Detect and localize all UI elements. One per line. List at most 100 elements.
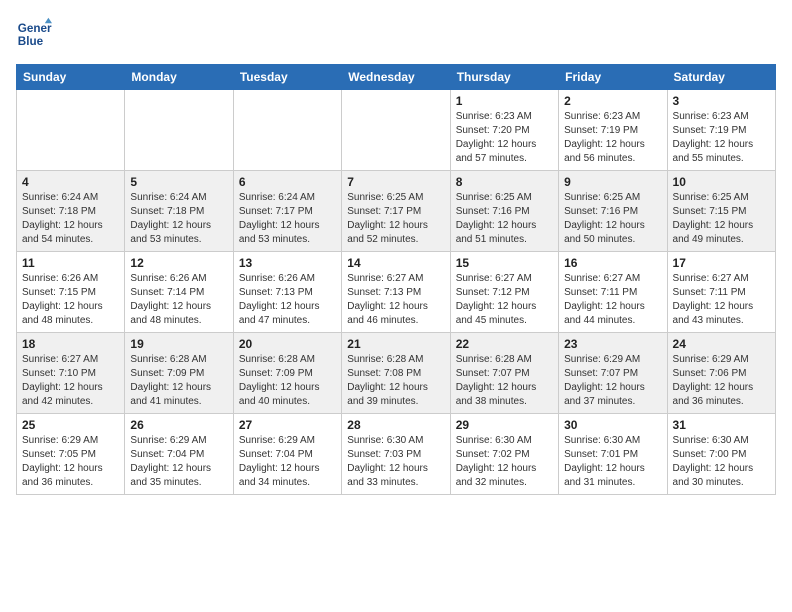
day-info: Sunrise: 6:23 AM Sunset: 7:20 PM Dayligh… bbox=[456, 110, 553, 166]
calendar-week-row: 25 Sunrise: 6:29 AM Sunset: 7:05 PM Dayli… bbox=[17, 414, 776, 495]
day-info: Sunrise: 6:23 AM Sunset: 7:19 PM Dayligh… bbox=[564, 110, 661, 166]
weekday-header: Wednesday bbox=[342, 65, 450, 90]
calendar-cell bbox=[125, 90, 233, 171]
calendar-cell: 25 Sunrise: 6:29 AM Sunset: 7:05 PM Dayli… bbox=[17, 414, 125, 495]
day-number: 14 bbox=[347, 256, 444, 270]
day-number: 1 bbox=[456, 94, 553, 108]
day-info: Sunrise: 6:28 AM Sunset: 7:09 PM Dayligh… bbox=[239, 353, 336, 409]
calendar-cell: 20 Sunrise: 6:28 AM Sunset: 7:09 PM Dayli… bbox=[233, 333, 341, 414]
day-number: 26 bbox=[130, 418, 227, 432]
day-number: 20 bbox=[239, 337, 336, 351]
calendar-cell: 21 Sunrise: 6:28 AM Sunset: 7:08 PM Dayli… bbox=[342, 333, 450, 414]
day-number: 21 bbox=[347, 337, 444, 351]
day-info: Sunrise: 6:27 AM Sunset: 7:11 PM Dayligh… bbox=[564, 272, 661, 328]
day-number: 31 bbox=[673, 418, 770, 432]
calendar-cell: 5 Sunrise: 6:24 AM Sunset: 7:18 PM Daylig… bbox=[125, 171, 233, 252]
day-info: Sunrise: 6:28 AM Sunset: 7:09 PM Dayligh… bbox=[130, 353, 227, 409]
day-info: Sunrise: 6:30 AM Sunset: 7:01 PM Dayligh… bbox=[564, 434, 661, 490]
calendar-cell: 8Sunrise: 6:25 AM Sunset: 7:16 PM Daylig… bbox=[450, 171, 558, 252]
day-number: 15 bbox=[456, 256, 553, 270]
day-number: 29 bbox=[456, 418, 553, 432]
day-info: Sunrise: 6:27 AM Sunset: 7:10 PM Dayligh… bbox=[22, 353, 119, 409]
day-info: Sunrise: 6:24 AM Sunset: 7:18 PM Dayligh… bbox=[22, 191, 119, 247]
calendar-cell: 9Sunrise: 6:25 AM Sunset: 7:16 PM Daylig… bbox=[559, 171, 667, 252]
calendar-table: SundayMondayTuesdayWednesdayThursdayFrid… bbox=[16, 64, 776, 495]
day-number: 4 bbox=[22, 175, 119, 189]
calendar-cell: 26 Sunrise: 6:29 AM Sunset: 7:04 PM Dayli… bbox=[125, 414, 233, 495]
calendar-cell: 22 Sunrise: 6:28 AM Sunset: 7:07 PM Dayli… bbox=[450, 333, 558, 414]
calendar-cell: 29 Sunrise: 6:30 AM Sunset: 7:02 PM Dayli… bbox=[450, 414, 558, 495]
day-info: Sunrise: 6:30 AM Sunset: 7:02 PM Dayligh… bbox=[456, 434, 553, 490]
svg-text:General: General bbox=[18, 22, 52, 35]
day-info: Sunrise: 6:30 AM Sunset: 7:00 PM Dayligh… bbox=[673, 434, 770, 490]
day-number: 27 bbox=[239, 418, 336, 432]
day-number: 2 bbox=[564, 94, 661, 108]
weekday-header: Sunday bbox=[17, 65, 125, 90]
day-number: 3 bbox=[673, 94, 770, 108]
calendar-cell: 17 Sunrise: 6:27 AM Sunset: 7:11 PM Dayli… bbox=[667, 252, 775, 333]
calendar-cell: 27 Sunrise: 6:29 AM Sunset: 7:04 PM Dayli… bbox=[233, 414, 341, 495]
calendar-cell bbox=[233, 90, 341, 171]
calendar-week-row: 1 Sunrise: 6:23 AM Sunset: 7:20 PM Daylig… bbox=[17, 90, 776, 171]
day-info: Sunrise: 6:26 AM Sunset: 7:13 PM Dayligh… bbox=[239, 272, 336, 328]
calendar-cell: 4 Sunrise: 6:24 AM Sunset: 7:18 PM Daylig… bbox=[17, 171, 125, 252]
calendar-cell: 14 Sunrise: 6:27 AM Sunset: 7:13 PM Dayli… bbox=[342, 252, 450, 333]
day-number: 16 bbox=[564, 256, 661, 270]
weekday-header-row: SundayMondayTuesdayWednesdayThursdayFrid… bbox=[17, 65, 776, 90]
day-info: Sunrise: 6:27 AM Sunset: 7:11 PM Dayligh… bbox=[673, 272, 770, 328]
day-info: Sunrise: 6:26 AM Sunset: 7:14 PM Dayligh… bbox=[130, 272, 227, 328]
day-info: Sunrise: 6:25 AM Sunset: 7:15 PM Dayligh… bbox=[673, 191, 770, 247]
day-info: Sunrise: 6:29 AM Sunset: 7:04 PM Dayligh… bbox=[130, 434, 227, 490]
page-header: General Blue bbox=[16, 16, 776, 52]
day-number: 11 bbox=[22, 256, 119, 270]
weekday-header: Tuesday bbox=[233, 65, 341, 90]
day-info: Sunrise: 6:25 AM Sunset: 7:17 PM Dayligh… bbox=[347, 191, 444, 247]
calendar-cell: 11 Sunrise: 6:26 AM Sunset: 7:15 PM Dayli… bbox=[17, 252, 125, 333]
calendar-week-row: 4 Sunrise: 6:24 AM Sunset: 7:18 PM Daylig… bbox=[17, 171, 776, 252]
logo: General Blue bbox=[16, 16, 52, 52]
calendar-cell: 6Sunrise: 6:24 AM Sunset: 7:17 PM Daylig… bbox=[233, 171, 341, 252]
calendar-cell: 2 Sunrise: 6:23 AM Sunset: 7:19 PM Daylig… bbox=[559, 90, 667, 171]
day-number: 25 bbox=[22, 418, 119, 432]
weekday-header: Thursday bbox=[450, 65, 558, 90]
day-number: 18 bbox=[22, 337, 119, 351]
day-number: 28 bbox=[347, 418, 444, 432]
day-info: Sunrise: 6:30 AM Sunset: 7:03 PM Dayligh… bbox=[347, 434, 444, 490]
day-number: 9 bbox=[564, 175, 661, 189]
calendar-week-row: 11 Sunrise: 6:26 AM Sunset: 7:15 PM Dayli… bbox=[17, 252, 776, 333]
svg-text:Blue: Blue bbox=[18, 35, 44, 48]
calendar-cell: 10 Sunrise: 6:25 AM Sunset: 7:15 PM Dayli… bbox=[667, 171, 775, 252]
day-number: 17 bbox=[673, 256, 770, 270]
day-info: Sunrise: 6:28 AM Sunset: 7:07 PM Dayligh… bbox=[456, 353, 553, 409]
day-number: 5 bbox=[130, 175, 227, 189]
calendar-cell: 23Sunrise: 6:29 AM Sunset: 7:07 PM Dayli… bbox=[559, 333, 667, 414]
calendar-cell: 3Sunrise: 6:23 AM Sunset: 7:19 PM Daylig… bbox=[667, 90, 775, 171]
day-number: 23 bbox=[564, 337, 661, 351]
day-number: 10 bbox=[673, 175, 770, 189]
calendar-cell: 1 Sunrise: 6:23 AM Sunset: 7:20 PM Daylig… bbox=[450, 90, 558, 171]
calendar-cell: 7 Sunrise: 6:25 AM Sunset: 7:17 PM Daylig… bbox=[342, 171, 450, 252]
calendar-cell: 16 Sunrise: 6:27 AM Sunset: 7:11 PM Dayli… bbox=[559, 252, 667, 333]
weekday-header: Friday bbox=[559, 65, 667, 90]
calendar-cell: 24Sunrise: 6:29 AM Sunset: 7:06 PM Dayli… bbox=[667, 333, 775, 414]
calendar-cell: 28 Sunrise: 6:30 AM Sunset: 7:03 PM Dayli… bbox=[342, 414, 450, 495]
day-info: Sunrise: 6:27 AM Sunset: 7:12 PM Dayligh… bbox=[456, 272, 553, 328]
day-info: Sunrise: 6:27 AM Sunset: 7:13 PM Dayligh… bbox=[347, 272, 444, 328]
calendar-cell bbox=[17, 90, 125, 171]
day-info: Sunrise: 6:28 AM Sunset: 7:08 PM Dayligh… bbox=[347, 353, 444, 409]
day-info: Sunrise: 6:26 AM Sunset: 7:15 PM Dayligh… bbox=[22, 272, 119, 328]
day-number: 22 bbox=[456, 337, 553, 351]
calendar-week-row: 18 Sunrise: 6:27 AM Sunset: 7:10 PM Dayli… bbox=[17, 333, 776, 414]
logo-icon: General Blue bbox=[16, 16, 52, 52]
day-number: 8 bbox=[456, 175, 553, 189]
calendar-cell: 15 Sunrise: 6:27 AM Sunset: 7:12 PM Dayli… bbox=[450, 252, 558, 333]
day-info: Sunrise: 6:29 AM Sunset: 7:04 PM Dayligh… bbox=[239, 434, 336, 490]
day-number: 7 bbox=[347, 175, 444, 189]
day-info: Sunrise: 6:29 AM Sunset: 7:05 PM Dayligh… bbox=[22, 434, 119, 490]
calendar-cell: 18 Sunrise: 6:27 AM Sunset: 7:10 PM Dayli… bbox=[17, 333, 125, 414]
calendar-cell bbox=[342, 90, 450, 171]
day-info: Sunrise: 6:24 AM Sunset: 7:17 PM Dayligh… bbox=[239, 191, 336, 247]
day-number: 24 bbox=[673, 337, 770, 351]
day-info: Sunrise: 6:24 AM Sunset: 7:18 PM Dayligh… bbox=[130, 191, 227, 247]
day-number: 19 bbox=[130, 337, 227, 351]
